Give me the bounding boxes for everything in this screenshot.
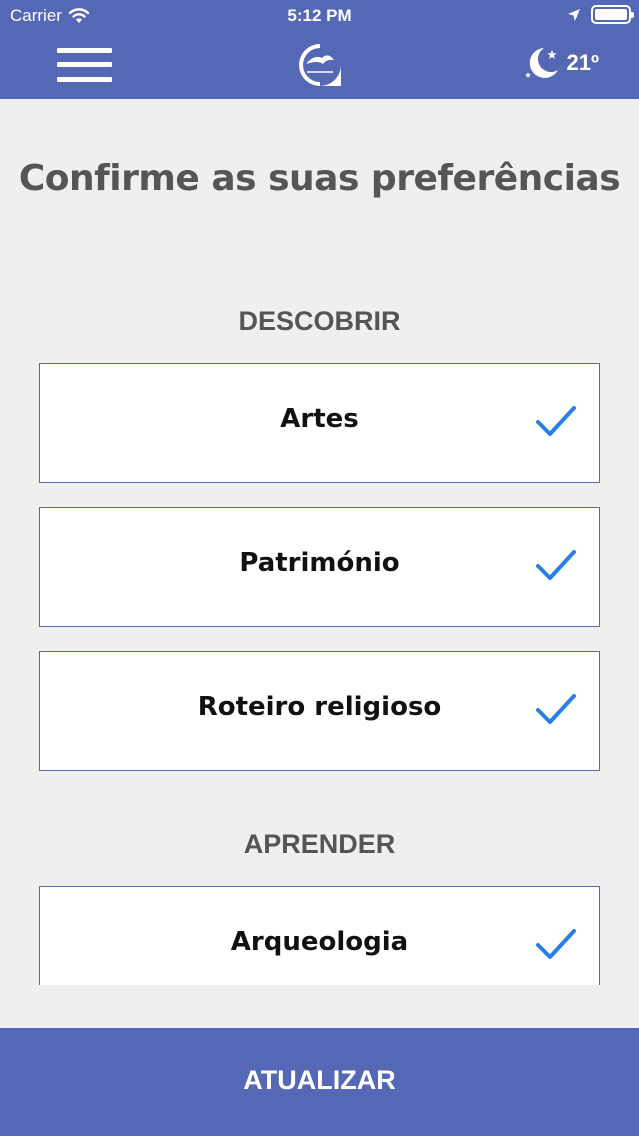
preference-option-artes[interactable]: Artes xyxy=(39,363,600,483)
location-arrow-icon xyxy=(568,8,580,21)
preference-option-arqueologia[interactable]: Arqueologia xyxy=(39,886,600,985)
app-logo-icon[interactable] xyxy=(296,42,344,88)
option-label: Património xyxy=(239,548,400,578)
option-label: Artes xyxy=(280,404,359,434)
preference-option-roteiro-religioso[interactable]: Roteiro religioso xyxy=(39,651,600,771)
app-header: Carrier 5:12 PM 21º xyxy=(0,0,639,99)
status-time: 5:12 PM xyxy=(287,6,352,25)
option-label: Arqueologia xyxy=(230,927,409,957)
hamburger-menu-icon[interactable] xyxy=(57,46,112,84)
moon-night-icon xyxy=(525,48,559,78)
weather-indicator: 21º xyxy=(522,44,599,82)
checkmark-icon xyxy=(536,406,576,436)
checkmark-icon xyxy=(536,694,576,724)
section-label-descobrir: DESCOBRIR xyxy=(238,306,401,336)
update-button[interactable]: ATUALIZAR xyxy=(0,1028,639,1136)
preference-option-patrimonio[interactable]: Património xyxy=(39,507,600,627)
battery-icon xyxy=(591,5,634,24)
option-label: Roteiro religioso xyxy=(197,692,442,722)
page-title: Confirme as suas preferências xyxy=(18,158,621,199)
checkmark-icon xyxy=(536,550,576,580)
preferences-list[interactable]: Artes Património Roteiro religioso APREN… xyxy=(0,340,639,985)
temperature-label: 21º xyxy=(566,50,599,75)
checkmark-icon xyxy=(536,929,576,959)
status-right-group xyxy=(567,5,634,24)
section-label-aprender: APRENDER xyxy=(243,829,396,859)
status-bar: Carrier 5:12 PM xyxy=(0,0,639,34)
